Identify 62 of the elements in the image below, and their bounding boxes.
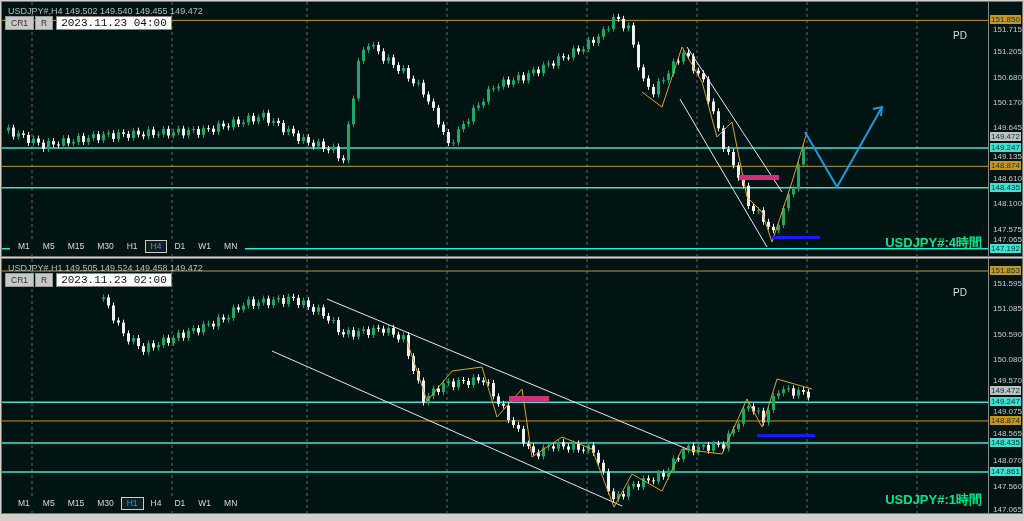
timeframe-tab[interactable]: M30 [91, 240, 120, 253]
price-tag: 147.861 [990, 466, 1021, 476]
axis-tick-label: 147.065 [993, 505, 1022, 514]
price-tag: 148.874 [990, 161, 1021, 171]
price-tag: 149.472 [990, 385, 1021, 395]
axis-tick-label: 149.075 [993, 406, 1022, 416]
price-tag: 149.472 [990, 131, 1021, 141]
timeframe-tab[interactable]: MN [218, 497, 244, 510]
timeframe-tab[interactable]: H1 [120, 497, 144, 510]
timeframe-tab[interactable]: D1 [168, 497, 192, 510]
axis-tick-label: 151.715 [993, 24, 1022, 34]
axis-tick-label: 151.085 [993, 304, 1022, 314]
date-field[interactable]: 2023.11.23 02:00 [56, 273, 172, 287]
axis-tick-label: 147.575 [993, 224, 1022, 234]
axis-tick-label: 148.565 [993, 428, 1022, 438]
symbol-label: USDJPY#:4時間 [885, 233, 982, 252]
axis-tick-label: 151.595 [993, 279, 1022, 288]
indicator-label: PD [953, 286, 967, 300]
axis-tick-label: 150.590 [993, 329, 1022, 339]
axis-tick-label: 148.100 [993, 199, 1022, 209]
price-tag: 149.247 [990, 397, 1021, 407]
chart-title: USDJPY#,H4 149.502 149.540 149.455 149.472 [8, 5, 203, 18]
axis-tick-label: 149.645 [993, 122, 1022, 132]
axis-tick-label: 150.170 [993, 98, 1022, 107]
toolbar-button[interactable]: CR1 [5, 273, 34, 287]
timeframe-tab[interactable]: W1 [192, 240, 218, 253]
timeframe-tab[interactable]: W1 [192, 497, 218, 510]
axis-tick-label: 147.560 [993, 481, 1022, 491]
toolbar-button[interactable]: CR1 [5, 16, 34, 30]
price-tag: 151.850 [990, 15, 1021, 25]
price-tag: 148.435 [990, 182, 1021, 192]
price-tag: 151.853 [990, 266, 1021, 275]
axis-tick-label: 149.570 [993, 376, 1022, 386]
chart-title: USDJPY#,H1 149.505 149.524 149.458 149.472 [8, 262, 203, 275]
axis-tick-label: 149.135 [993, 152, 1022, 162]
axis-tick-label: 148.610 [993, 173, 1022, 183]
symbol-label: USDJPY#:1時間 [885, 490, 982, 509]
timeframe-tab[interactable]: H4 [144, 240, 168, 253]
timeframe-tab[interactable]: M5 [36, 240, 61, 253]
timeframe-tab[interactable]: H4 [144, 497, 168, 510]
toolbar-button[interactable]: R [35, 273, 54, 287]
axis-tick-label: 150.680 [993, 72, 1022, 82]
axis-tick-label: 151.205 [993, 47, 1022, 57]
timeframe-tab[interactable]: M5 [36, 497, 61, 510]
price-tag: 149.247 [990, 143, 1021, 152]
indicator-label: PD [953, 29, 967, 43]
price-tag: 148.435 [990, 438, 1021, 448]
timeframe-tab[interactable]: M1 [12, 497, 36, 510]
timeframe-tab[interactable]: M15 [61, 497, 91, 510]
price-tag: 147.192 [990, 243, 1021, 253]
timeframe-tab[interactable]: H1 [120, 240, 144, 253]
timeframe-tab[interactable]: MN [218, 240, 244, 253]
toolbar-button[interactable]: R [35, 16, 54, 30]
date-field[interactable]: 2023.11.23 04:00 [56, 16, 172, 30]
axis-tick-label: 148.070 [993, 456, 1022, 466]
timeframe-tab[interactable]: M30 [91, 497, 120, 510]
timeframe-tab[interactable]: M1 [12, 240, 36, 253]
axis-tick-label: 150.080 [993, 355, 1022, 364]
price-tag: 148.874 [990, 415, 1021, 425]
timeframe-tab[interactable]: M15 [61, 240, 91, 253]
timeframe-tab[interactable]: D1 [168, 240, 192, 253]
axis-tick-label: 147.065 [993, 234, 1022, 244]
